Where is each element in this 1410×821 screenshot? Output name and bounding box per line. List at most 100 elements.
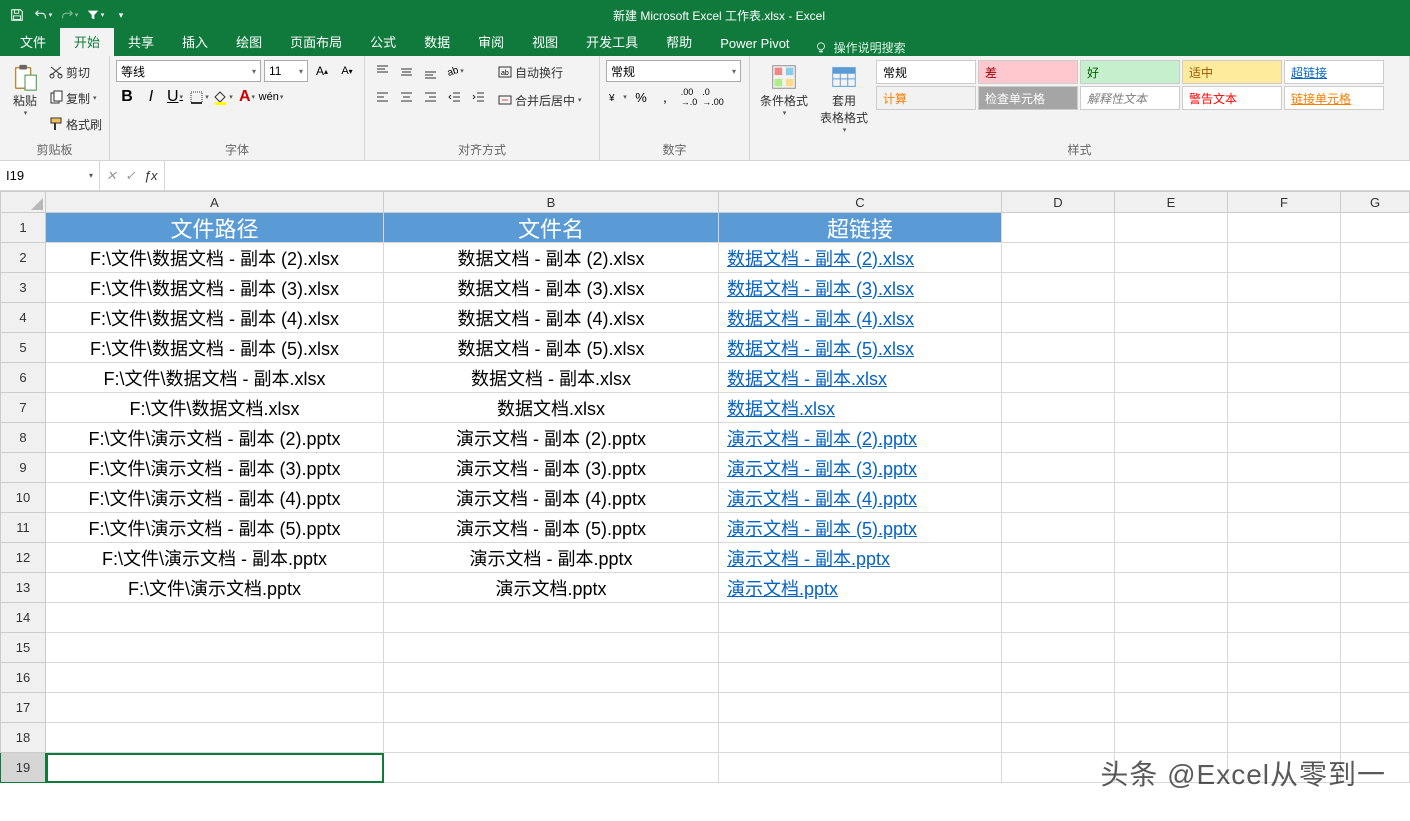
cell-E11[interactable]	[1115, 513, 1228, 543]
cell-D19[interactable]	[1002, 753, 1115, 783]
cell-G6[interactable]	[1341, 363, 1410, 393]
cell-F11[interactable]	[1228, 513, 1341, 543]
align-middle-button[interactable]	[395, 60, 417, 82]
cell-B9[interactable]: 演示文档 - 副本 (3).pptx	[384, 453, 719, 483]
wrap-text-button[interactable]: ab自动换行	[497, 60, 582, 84]
cell-A18[interactable]	[46, 723, 384, 753]
row-header-19[interactable]: 19	[0, 753, 46, 783]
cell-E3[interactable]	[1115, 273, 1228, 303]
cell-A15[interactable]	[46, 633, 384, 663]
format-painter-button[interactable]: 格式刷	[48, 112, 102, 136]
cell-style-好[interactable]: 好	[1080, 60, 1180, 84]
row-header-16[interactable]: 16	[0, 663, 46, 693]
cell-B12[interactable]: 演示文档 - 副本.pptx	[384, 543, 719, 573]
cell-G10[interactable]	[1341, 483, 1410, 513]
hyperlink[interactable]: 演示文档 - 副本.pptx	[723, 545, 890, 571]
cell-F9[interactable]	[1228, 453, 1341, 483]
cell-G5[interactable]	[1341, 333, 1410, 363]
cell-A8[interactable]: F:\文件\演示文档 - 副本 (2).pptx	[46, 423, 384, 453]
tab-帮助[interactable]: 帮助	[652, 28, 706, 56]
orientation-button[interactable]: ab▾	[443, 60, 465, 82]
cell-E19[interactable]	[1115, 753, 1228, 783]
cell-D2[interactable]	[1002, 243, 1115, 273]
cell-F12[interactable]	[1228, 543, 1341, 573]
cell-B15[interactable]	[384, 633, 719, 663]
cell-A9[interactable]: F:\文件\演示文档 - 副本 (3).pptx	[46, 453, 384, 483]
cell-E13[interactable]	[1115, 573, 1228, 603]
row-header-8[interactable]: 8	[0, 423, 46, 453]
cell-A2[interactable]: F:\文件\数据文档 - 副本 (2).xlsx	[46, 243, 384, 273]
cell-F6[interactable]	[1228, 363, 1341, 393]
cell-C9[interactable]: 演示文档 - 副本 (3).pptx	[719, 453, 1002, 483]
cell-B16[interactable]	[384, 663, 719, 693]
tab-绘图[interactable]: 绘图	[222, 28, 276, 56]
cell-E5[interactable]	[1115, 333, 1228, 363]
cell-style-计算[interactable]: 计算	[876, 86, 976, 110]
tab-审阅[interactable]: 审阅	[464, 28, 518, 56]
column-header-G[interactable]: G	[1341, 191, 1410, 213]
cell-G7[interactable]	[1341, 393, 1410, 423]
cell-B13[interactable]: 演示文档.pptx	[384, 573, 719, 603]
cell-C13[interactable]: 演示文档.pptx	[719, 573, 1002, 603]
cell-B18[interactable]	[384, 723, 719, 753]
cell-D4[interactable]	[1002, 303, 1115, 333]
cell-G4[interactable]	[1341, 303, 1410, 333]
cell-D9[interactable]	[1002, 453, 1115, 483]
row-header-11[interactable]: 11	[0, 513, 46, 543]
cell-D10[interactable]	[1002, 483, 1115, 513]
hyperlink[interactable]: 数据文档 - 副本 (5).xlsx	[723, 335, 914, 361]
cell-D15[interactable]	[1002, 633, 1115, 663]
hyperlink[interactable]: 演示文档 - 副本 (5).pptx	[723, 515, 917, 541]
cell-C4[interactable]: 数据文档 - 副本 (4).xlsx	[719, 303, 1002, 333]
cell-C5[interactable]: 数据文档 - 副本 (5).xlsx	[719, 333, 1002, 363]
tab-开始[interactable]: 开始	[60, 28, 114, 56]
filter-icon[interactable]: ▾	[84, 4, 106, 26]
save-icon[interactable]	[6, 4, 28, 26]
row-header-2[interactable]: 2	[0, 243, 46, 273]
undo-icon[interactable]: ▾	[32, 4, 54, 26]
cell-C6[interactable]: 数据文档 - 副本.xlsx	[719, 363, 1002, 393]
cell-A11[interactable]: F:\文件\演示文档 - 副本 (5).pptx	[46, 513, 384, 543]
cell-A16[interactable]	[46, 663, 384, 693]
cell-D7[interactable]	[1002, 393, 1115, 423]
shrink-font-button[interactable]: A▾	[336, 60, 358, 82]
cell-F8[interactable]	[1228, 423, 1341, 453]
cell-C17[interactable]	[719, 693, 1002, 723]
hyperlink[interactable]: 数据文档 - 副本 (4).xlsx	[723, 305, 914, 331]
row-header-7[interactable]: 7	[0, 393, 46, 423]
column-header-C[interactable]: C	[719, 191, 1002, 213]
cell-C12[interactable]: 演示文档 - 副本.pptx	[719, 543, 1002, 573]
cells-area[interactable]: 文件路径文件名超链接F:\文件\数据文档 - 副本 (2).xlsx数据文档 -…	[46, 213, 1410, 783]
cell-C16[interactable]	[719, 663, 1002, 693]
cell-B2[interactable]: 数据文档 - 副本 (2).xlsx	[384, 243, 719, 273]
decrease-indent-button[interactable]	[443, 86, 465, 108]
phonetic-button[interactable]: wén▾	[260, 86, 282, 108]
underline-button[interactable]: U▾	[164, 86, 186, 108]
tab-页面布局[interactable]: 页面布局	[276, 28, 356, 56]
cell-C8[interactable]: 演示文档 - 副本 (2).pptx	[719, 423, 1002, 453]
cell-A4[interactable]: F:\文件\数据文档 - 副本 (4).xlsx	[46, 303, 384, 333]
cell-B4[interactable]: 数据文档 - 副本 (4).xlsx	[384, 303, 719, 333]
hyperlink[interactable]: 演示文档.pptx	[723, 575, 838, 601]
redo-icon[interactable]: ▾	[58, 4, 80, 26]
cell-C19[interactable]	[719, 753, 1002, 783]
select-all-button[interactable]	[0, 191, 46, 213]
cell-C18[interactable]	[719, 723, 1002, 753]
cell-F18[interactable]	[1228, 723, 1341, 753]
merge-center-button[interactable]: 合并后居中▾	[497, 88, 582, 112]
cell-G9[interactable]	[1341, 453, 1410, 483]
cell-E17[interactable]	[1115, 693, 1228, 723]
tab-Power Pivot[interactable]: Power Pivot	[706, 32, 803, 56]
column-header-A[interactable]: A	[46, 191, 384, 213]
column-header-E[interactable]: E	[1115, 191, 1228, 213]
cell-C10[interactable]: 演示文档 - 副本 (4).pptx	[719, 483, 1002, 513]
column-header-B[interactable]: B	[384, 191, 719, 213]
cell-D6[interactable]	[1002, 363, 1115, 393]
row-header-14[interactable]: 14	[0, 603, 46, 633]
cell-A12[interactable]: F:\文件\演示文档 - 副本.pptx	[46, 543, 384, 573]
cell-E15[interactable]	[1115, 633, 1228, 663]
increase-indent-button[interactable]	[467, 86, 489, 108]
cell-B11[interactable]: 演示文档 - 副本 (5).pptx	[384, 513, 719, 543]
cell-F1[interactable]	[1228, 213, 1341, 243]
cell-C7[interactable]: 数据文档.xlsx	[719, 393, 1002, 423]
